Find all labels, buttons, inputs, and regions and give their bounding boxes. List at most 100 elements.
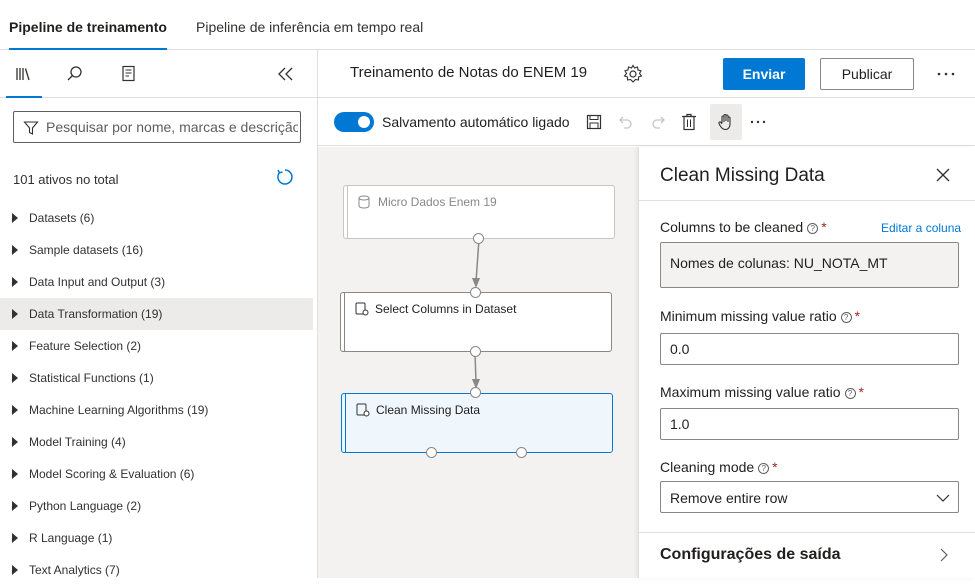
category-label: Text Analytics (7) xyxy=(29,563,120,577)
node-micro-dados-enem[interactable]: Micro Dados Enem 19 xyxy=(343,185,615,239)
asset-search-input[interactable] xyxy=(46,112,298,142)
expand-arrow-icon[interactable] xyxy=(12,341,18,351)
divider xyxy=(639,200,975,201)
save-icon[interactable] xyxy=(582,110,606,134)
refresh-icon[interactable] xyxy=(276,168,294,191)
pipeline-header: Treinamento de Notas do ENEM 19 Enviar P… xyxy=(318,50,975,98)
chevron-right-icon[interactable] xyxy=(937,547,951,563)
expand-arrow-icon[interactable] xyxy=(12,469,18,479)
help-icon[interactable]: ? xyxy=(758,463,770,474)
output-port[interactable] xyxy=(470,346,481,357)
category-label: Data Input and Output (3) xyxy=(29,275,166,289)
chevron-down-icon xyxy=(936,494,950,502)
node-clean-missing-data[interactable]: Clean Missing Data xyxy=(341,393,613,453)
toolbar-more-icon[interactable] xyxy=(746,110,770,134)
autosave-label: Salvamento automático ligado xyxy=(382,114,570,130)
undo-icon[interactable] xyxy=(614,110,638,134)
selected-columns-box: Nomes de colunas: NU_NOTA_MT xyxy=(660,242,959,288)
module-icon xyxy=(356,403,370,422)
expand-arrow-icon[interactable] xyxy=(12,501,18,511)
help-icon[interactable]: ? xyxy=(807,223,819,234)
data-list-icon[interactable] xyxy=(117,62,141,86)
tab-realtime-inference-pipeline[interactable]: Pipeline de inferência em tempo real xyxy=(196,0,423,50)
output-port[interactable] xyxy=(426,447,437,458)
asset-library-icon-bar xyxy=(0,50,318,98)
library-icon[interactable] xyxy=(6,62,42,98)
min-ratio-field[interactable] xyxy=(660,333,959,365)
expand-arrow-icon[interactable] xyxy=(12,437,18,447)
expand-arrow-icon[interactable] xyxy=(12,245,18,255)
category-item[interactable]: Datasets (6) xyxy=(0,202,313,234)
module-properties-panel: Clean Missing Data Columns to be cleaned… xyxy=(638,147,975,578)
max-ratio-input[interactable] xyxy=(670,409,950,439)
category-label: Feature Selection (2) xyxy=(29,339,142,353)
category-item[interactable]: Machine Learning Algorithms (19) xyxy=(0,394,313,426)
dataset-cylinder-icon xyxy=(358,195,370,214)
input-port[interactable] xyxy=(470,287,481,298)
publish-button[interactable]: Publicar xyxy=(820,58,914,90)
asset-search-box[interactable] xyxy=(13,111,301,143)
columns-label-row: Columns to be cleaned? * xyxy=(660,219,827,235)
required-marker: * xyxy=(854,308,861,324)
category-label: Sample datasets (16) xyxy=(29,243,144,257)
expand-arrow-icon[interactable] xyxy=(12,565,18,575)
pan-hand-icon[interactable] xyxy=(710,104,742,140)
double-chevron-left-icon[interactable] xyxy=(274,62,298,86)
pipeline-canvas[interactable]: Micro Dados Enem 19 Select Columns in Da… xyxy=(318,147,638,578)
panel-title: Clean Missing Data xyxy=(660,165,825,186)
category-label: Python Language (2) xyxy=(29,499,142,513)
category-item[interactable]: Model Training (4) xyxy=(0,426,313,458)
expand-arrow-icon[interactable] xyxy=(12,309,18,319)
output-settings-section[interactable]: Configurações de saída xyxy=(660,546,841,564)
max-ratio-label: Maximum missing value ratio xyxy=(660,384,841,400)
max-ratio-field[interactable] xyxy=(660,408,959,440)
category-label: Machine Learning Algorithms (19) xyxy=(29,403,209,417)
category-item[interactable]: R Language (1) xyxy=(0,522,313,554)
cleaning-mode-dropdown[interactable]: Remove entire row xyxy=(660,481,959,513)
node-label: Micro Dados Enem 19 xyxy=(378,195,497,209)
node-label: Select Columns in Dataset xyxy=(375,302,517,316)
category-item[interactable]: Model Scoring & Evaluation (6) xyxy=(0,458,313,490)
submit-button[interactable]: Enviar xyxy=(723,58,805,90)
category-item[interactable]: Feature Selection (2) xyxy=(0,330,313,362)
min-ratio-label-row: Minimum missing value ratio? * xyxy=(660,308,860,324)
search-icon[interactable] xyxy=(63,62,87,86)
min-ratio-input[interactable] xyxy=(670,334,950,364)
required-marker: * xyxy=(821,219,827,235)
gear-icon[interactable] xyxy=(623,64,643,89)
expand-arrow-icon[interactable] xyxy=(12,533,18,543)
help-icon[interactable]: ? xyxy=(844,388,856,399)
required-marker: * xyxy=(858,384,864,400)
pipeline-toolbar: Salvamento automático ligado xyxy=(318,98,975,146)
category-item[interactable]: Statistical Functions (1) xyxy=(0,362,313,394)
output-port[interactable] xyxy=(473,233,484,244)
edit-column-link[interactable]: Editar a coluna xyxy=(881,221,961,235)
category-label: Datasets (6) xyxy=(29,211,95,225)
delete-icon[interactable] xyxy=(677,110,701,134)
expand-arrow-icon[interactable] xyxy=(12,213,18,223)
help-icon[interactable]: ? xyxy=(840,312,852,323)
module-icon xyxy=(355,302,369,321)
columns-label: Columns to be cleaned xyxy=(660,219,804,235)
category-item[interactable]: Text Analytics (7) xyxy=(0,554,313,586)
node-label: Clean Missing Data xyxy=(376,403,481,417)
output-port[interactable] xyxy=(516,447,527,458)
node-select-columns[interactable]: Select Columns in Dataset xyxy=(340,292,612,352)
expand-arrow-icon[interactable] xyxy=(12,405,18,415)
redo-icon[interactable] xyxy=(646,110,670,134)
close-icon[interactable] xyxy=(933,165,953,185)
more-options-icon[interactable] xyxy=(936,64,956,89)
category-item[interactable]: Sample datasets (16) xyxy=(0,234,313,266)
category-item[interactable]: Python Language (2) xyxy=(0,490,313,522)
tab-training-pipeline[interactable]: Pipeline de treinamento xyxy=(9,0,167,50)
asset-library-panel: 101 ativos no total Datasets (6) Sample d… xyxy=(0,50,318,578)
expand-arrow-icon[interactable] xyxy=(12,277,18,287)
category-item[interactable]: Data Transformation (19) xyxy=(0,298,313,330)
input-port[interactable] xyxy=(470,387,481,398)
category-label: Model Training (4) xyxy=(29,435,126,449)
pipeline-tabs: Pipeline de treinamento Pipeline de infe… xyxy=(0,0,975,50)
category-item[interactable]: Data Input and Output (3) xyxy=(0,266,313,298)
selected-columns-value: Nomes de colunas: NU_NOTA_MT xyxy=(670,255,888,271)
autosave-toggle[interactable] xyxy=(334,112,374,132)
expand-arrow-icon[interactable] xyxy=(12,373,18,383)
